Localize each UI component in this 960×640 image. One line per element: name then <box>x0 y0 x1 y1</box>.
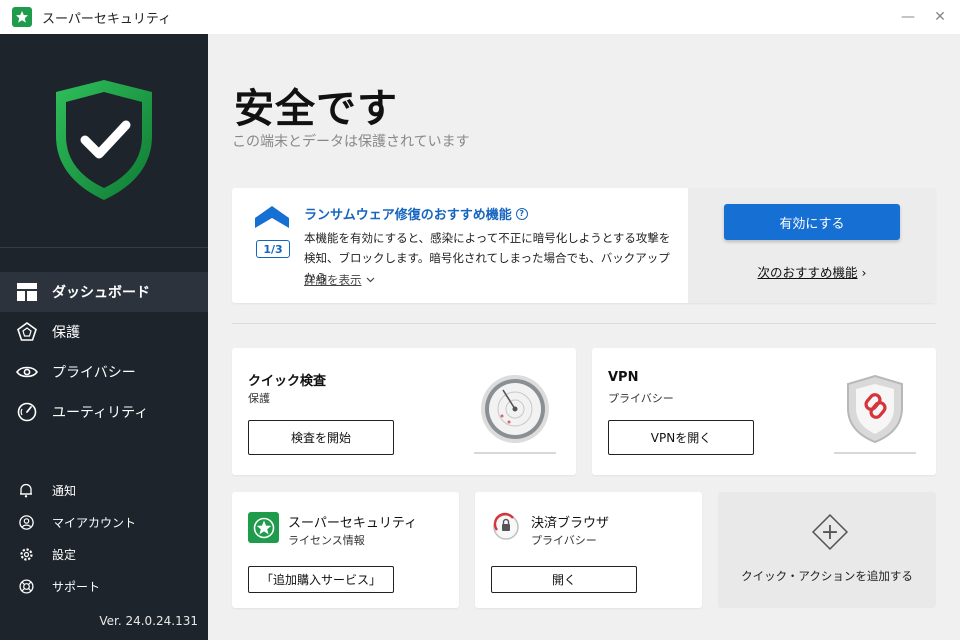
card-title: VPN <box>608 370 639 385</box>
sidebar-item-label: マイアカウント <box>52 515 137 530</box>
sidebar-item-utility[interactable]: ユーティリティ <box>0 392 208 432</box>
enable-button[interactable]: 有効にする <box>724 204 900 240</box>
add-quick-action-label: クイック・アクションを追加する <box>741 569 913 583</box>
secondary-nav: 通知 マイアカウント 設定 サポート <box>0 474 208 602</box>
start-scan-button[interactable]: 検査を開始 <box>248 420 394 455</box>
gear-icon <box>18 546 34 562</box>
sidebar-item-label: サポート <box>52 579 101 594</box>
sidebar-item-dashboard[interactable]: ダッシュボード <box>0 272 208 312</box>
title-bar: スーパーセキュリティ — ✕ <box>0 0 960 34</box>
add-quick-action-card[interactable]: + クイック・アクションを追加する <box>718 492 936 608</box>
show-details-label: 詳細を表示 <box>304 273 362 287</box>
vpn-card: VPN プライバシー VPNを開く <box>592 348 936 475</box>
next-recommendation-link[interactable]: 次のおすすめ機能 › <box>688 262 936 281</box>
status-title: 安全です <box>234 86 398 132</box>
sidebar-item-privacy[interactable]: プライバシー <box>0 352 208 392</box>
card-category: プライバシー <box>608 392 674 405</box>
pentagon-icon <box>16 321 38 343</box>
shield-check-icon <box>52 78 156 202</box>
card-title: 決済ブラウザ <box>531 516 610 531</box>
bell-icon <box>18 482 34 498</box>
eye-icon <box>16 361 38 383</box>
sidebar-item-label: プライバシー <box>52 365 136 381</box>
sidebar-item-my-account[interactable]: マイアカウント <box>0 506 208 538</box>
sidebar-item-label: ユーティリティ <box>52 405 149 421</box>
lifebuoy-icon <box>18 578 34 594</box>
add-diamond-icon: + <box>810 512 850 552</box>
window-title: スーパーセキュリティ <box>42 11 172 27</box>
minimize-button[interactable]: — <box>900 9 916 25</box>
license-app-icon <box>248 512 279 543</box>
quick-scan-card: クイック検査 保護 検査を開始 <box>232 348 576 475</box>
scan-radar-icon <box>470 370 560 464</box>
plus-icon: + <box>820 519 840 545</box>
recommendation-title-text: ランサムウェア修復のおすすめ機能 <box>304 208 512 223</box>
close-button[interactable]: ✕ <box>932 9 948 25</box>
sidebar-item-notifications[interactable]: 通知 <box>0 474 208 506</box>
sidebar-divider <box>0 247 208 248</box>
sidebar: ダッシュボード 保護 プライバシー ユーティリティ 通知 マイアカウント 設定 … <box>0 34 208 640</box>
secure-browser-card: 決済ブラウザ プライバシー 開く <box>475 492 702 608</box>
primary-nav: ダッシュボード 保護 プライバシー ユーティリティ <box>0 272 208 432</box>
card-category: プライバシー <box>531 534 597 547</box>
card-title: スーパーセキュリティ <box>288 516 418 531</box>
sidebar-item-label: 設定 <box>52 547 77 562</box>
recommendation-card: 1/3 ランサムウェア修復のおすすめ機能 ? 本機能を有効にすると、感染によって… <box>232 188 936 303</box>
open-browser-button[interactable]: 開く <box>491 566 637 593</box>
version-label: Ver. 24.0.24.131 <box>99 614 198 628</box>
chevron-down-icon <box>366 277 374 283</box>
vpn-shield-icon <box>830 372 920 464</box>
sidebar-item-label: ダッシュボード <box>52 285 150 301</box>
main-divider <box>232 323 936 324</box>
help-icon[interactable]: ? <box>515 207 528 220</box>
secure-browser-icon <box>491 512 521 542</box>
app-logo-icon <box>12 7 32 27</box>
sidebar-item-protection[interactable]: 保護 <box>0 312 208 352</box>
sidebar-item-label: 保護 <box>52 325 80 341</box>
gauge-icon <box>16 401 38 423</box>
card-category: ライセンス情報 <box>288 534 365 547</box>
open-vpn-button[interactable]: VPNを開く <box>608 420 754 455</box>
card-title: クイック検査 <box>248 374 327 389</box>
sidebar-item-settings[interactable]: 設定 <box>0 538 208 570</box>
recommendation-title: ランサムウェア修復のおすすめ機能 ? <box>304 204 528 223</box>
sidebar-item-support[interactable]: サポート <box>0 570 208 602</box>
user-icon <box>18 514 34 530</box>
show-details-link[interactable]: 詳細を表示 <box>304 272 375 288</box>
status-subtitle: この端末とデータは保護されています <box>232 134 470 150</box>
recommendation-counter: 1/3 <box>256 240 290 258</box>
license-card: スーパーセキュリティ ライセンス情報 「追加購入サービス」 <box>232 492 459 608</box>
card-category: 保護 <box>248 392 270 405</box>
chevron-right-icon: › <box>861 265 867 280</box>
next-recommendation-label: 次のおすすめ機能 <box>757 265 858 280</box>
recommendation-icon <box>254 204 290 238</box>
sidebar-item-label: 通知 <box>52 483 77 498</box>
purchase-services-button[interactable]: 「追加購入サービス」 <box>248 566 394 593</box>
dashboard-icon <box>16 281 38 303</box>
main-content: 安全です この端末とデータは保護されています 1/3 ランサムウェア修復のおすす… <box>208 34 960 640</box>
